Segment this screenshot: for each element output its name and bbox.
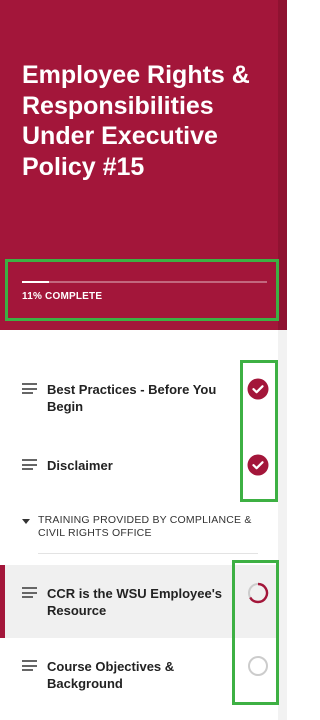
progress-bar (22, 281, 267, 283)
lesson-item-best-practices[interactable]: Best Practices - Before You Begin (0, 370, 278, 420)
drag-handle-icon[interactable] (22, 459, 37, 470)
divider (38, 553, 258, 554)
active-indicator (0, 565, 5, 638)
course-title: Employee Rights & Responsibilities Under… (22, 61, 250, 181)
lesson-label: CCR is the WSU Employee's Resource (47, 586, 223, 618)
drag-handle-icon[interactable] (22, 587, 37, 598)
header-scrollbar[interactable] (278, 0, 287, 330)
section-title: TRAINING PROVIDED BY COMPLIANCE & CIVIL … (38, 514, 252, 539)
list-scrollbar[interactable] (278, 330, 287, 720)
check-circle-icon (247, 378, 269, 400)
lesson-item-disclaimer[interactable]: Disclaimer (0, 446, 278, 486)
check-circle-icon (247, 454, 269, 476)
lesson-label: Disclaimer (47, 458, 113, 473)
drag-handle-icon[interactable] (22, 383, 37, 394)
lesson-label: Best Practices - Before You Begin (47, 382, 217, 414)
empty-ring-icon (248, 656, 268, 676)
lesson-label: Course Objectives & Background (47, 659, 175, 691)
progress-bar-fill (22, 281, 49, 283)
lesson-item-course-objectives[interactable]: Course Objectives & Background (0, 648, 278, 698)
course-header: Employee Rights & Responsibilities Under… (0, 0, 287, 330)
lesson-item-ccr-resource[interactable]: CCR is the WSU Employee's Resource (0, 565, 278, 638)
progress-ring-icon (248, 582, 269, 604)
caret-down-icon (22, 519, 30, 524)
drag-handle-icon[interactable] (22, 660, 37, 671)
progress-label: 11% COMPLETE (22, 291, 103, 302)
